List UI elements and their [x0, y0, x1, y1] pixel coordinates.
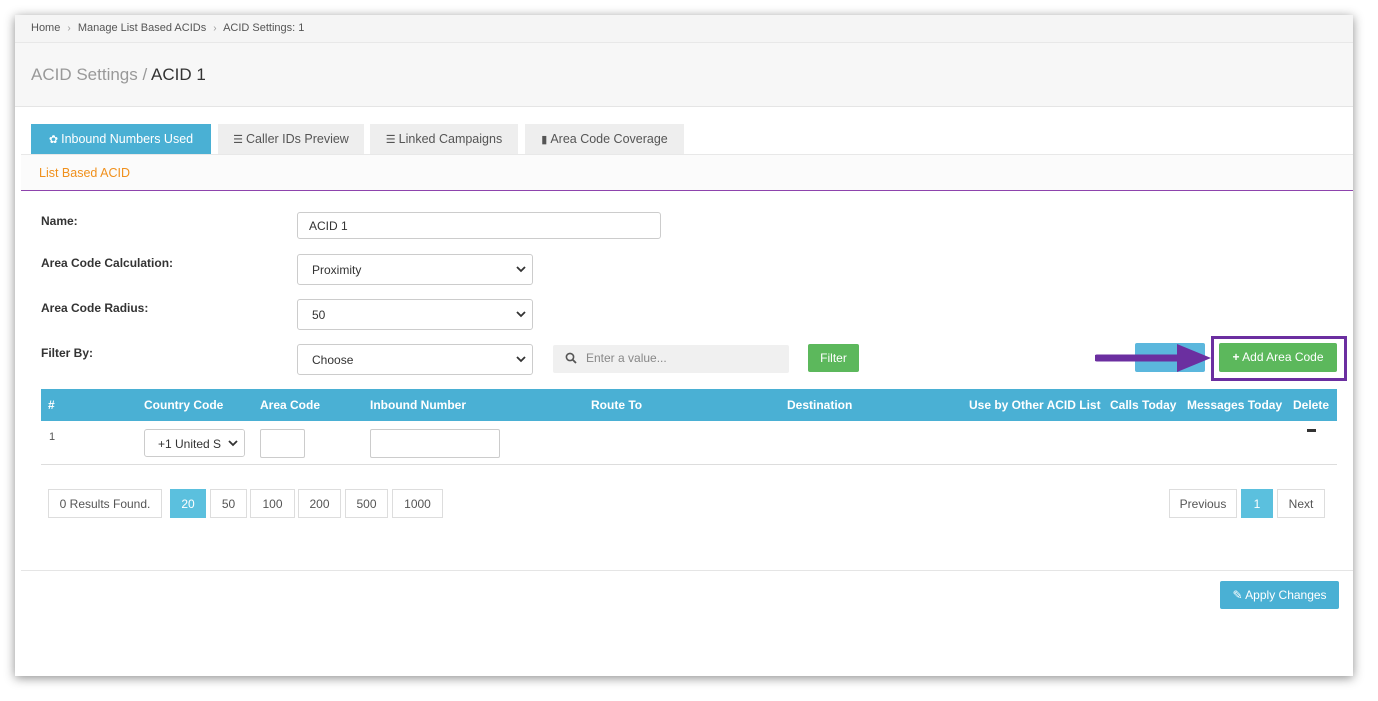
plus-icon: + — [1232, 350, 1240, 364]
previous-page-button[interactable]: Previous — [1169, 489, 1237, 518]
tab-area-code-coverage[interactable]: ▮ Area Code Coverage — [525, 124, 684, 154]
select-value: Choose — [312, 353, 354, 367]
select-value: Proximity — [312, 263, 362, 277]
page-size-20[interactable]: 20 — [170, 489, 206, 518]
page-title-separator: / — [142, 65, 148, 84]
col-destination: Destination — [787, 398, 853, 412]
tab-label: Area Code Coverage — [550, 132, 668, 146]
page-size-500[interactable]: 500 — [345, 489, 388, 518]
filter-by-label: Filter By: — [41, 346, 94, 360]
page-size-200[interactable]: 200 — [298, 489, 341, 518]
edit-icon: ✎ — [1232, 588, 1243, 602]
col-area-code: Area Code — [260, 398, 321, 412]
file-icon: ▮ — [541, 134, 548, 146]
page-title-current: ACID 1 — [151, 65, 206, 84]
chevron-down-icon — [516, 266, 526, 273]
page-size-label: 100 — [262, 497, 283, 511]
breadcrumb: Home › Manage List Based ACIDs › ACID Se… — [15, 15, 1353, 43]
tab-inbound-numbers-used[interactable]: ✿ Inbound Numbers Used — [31, 124, 211, 154]
filter-button[interactable]: Filter — [808, 344, 859, 372]
results-count-label: 0 Results Found. — [59, 497, 151, 511]
col-inbound-number: Inbound Number — [370, 398, 466, 412]
arrow-annotation-icon — [1095, 344, 1211, 372]
next-page-button[interactable]: Next — [1277, 489, 1325, 518]
search-placeholder: Enter a value... — [586, 351, 667, 365]
search-icon — [565, 352, 577, 364]
next-label: Next — [1288, 497, 1314, 511]
footer-divider — [21, 570, 1353, 571]
gear-icon: ✿ — [48, 134, 59, 146]
col-use-by-other-acid-list: Use by Other ACID List — [969, 398, 1101, 412]
page-title-parent: ACID Settings — [31, 65, 138, 84]
area-code-radius-select[interactable]: 50 — [297, 299, 533, 330]
col-country-code: Country Code — [144, 398, 224, 412]
page-size-label: 1000 — [404, 497, 431, 511]
breadcrumb-acid-settings: ACID Settings: 1 — [223, 22, 305, 34]
tab-label: Inbound Numbers Used — [61, 132, 194, 146]
name-label: Name: — [41, 214, 78, 228]
section-header: List Based ACID — [21, 154, 1353, 191]
col-number: # — [48, 398, 55, 412]
page-title: ACID Settings / ACID 1 — [15, 43, 1353, 107]
chevron-down-icon — [228, 440, 238, 447]
app-window: Home › Manage List Based ACIDs › ACID Se… — [15, 15, 1353, 676]
page-size-50[interactable]: 50 — [210, 489, 247, 518]
inbound-number-input[interactable] — [370, 429, 500, 458]
add-area-code-label: Add Area Code — [1242, 350, 1324, 364]
apply-changes-button[interactable]: ✎ Apply Changes — [1220, 581, 1339, 609]
page-size-label: 50 — [221, 497, 236, 511]
select-value: 50 — [312, 308, 326, 322]
table-row: 1 +1 United S — [41, 421, 1337, 465]
col-messages-today: Messages Today — [1187, 398, 1283, 412]
previous-label: Previous — [1179, 497, 1227, 511]
list-icon: ☰ — [385, 134, 396, 146]
breadcrumb-home[interactable]: Home — [31, 22, 60, 34]
search-input[interactable]: Enter a value... — [553, 345, 789, 373]
page-size-label: 20 — [181, 497, 195, 511]
select-value: +1 United S — [158, 437, 222, 451]
page-size-1000[interactable]: 1000 — [392, 489, 443, 518]
page-1-button[interactable]: 1 — [1241, 489, 1273, 518]
country-code-select[interactable]: +1 United S — [144, 429, 245, 457]
col-calls-today: Calls Today — [1110, 398, 1177, 412]
tab-label: Caller IDs Preview — [246, 132, 349, 146]
delete-row-icon[interactable] — [1307, 429, 1316, 432]
area-code-calculation-label: Area Code Calculation: — [41, 256, 174, 270]
table-header: # Country Code Area Code Inbound Number … — [41, 389, 1337, 421]
col-delete: Delete — [1293, 398, 1330, 412]
name-input[interactable]: ACID 1 — [297, 212, 661, 239]
section-title: List Based ACID — [39, 166, 131, 180]
chevron-down-icon — [516, 311, 526, 318]
results-count: 0 Results Found. — [48, 489, 162, 518]
tab-linked-campaigns[interactable]: ☰ Linked Campaigns — [370, 124, 518, 154]
breadcrumb-manage-acids[interactable]: Manage List Based ACIDs — [78, 22, 206, 34]
filter-button-label: Filter — [820, 351, 847, 365]
page-number-label: 1 — [1253, 497, 1261, 511]
add-area-code-button[interactable]: + Add Area Code — [1219, 343, 1337, 372]
apply-changes-label: Apply Changes — [1245, 588, 1327, 602]
page-size-label: 200 — [309, 497, 330, 511]
breadcrumb-separator-icon: › — [213, 23, 217, 34]
page-size-100[interactable]: 100 — [250, 489, 295, 518]
tab-label: Linked Campaigns — [398, 132, 503, 146]
chevron-down-icon — [516, 356, 526, 363]
list-icon: ☰ — [233, 134, 244, 146]
row-number: 1 — [49, 431, 56, 443]
tab-caller-ids-preview[interactable]: ☰ Caller IDs Preview — [218, 124, 364, 154]
breadcrumb-separator-icon: › — [67, 23, 71, 34]
area-code-radius-label: Area Code Radius: — [41, 301, 149, 315]
page-size-label: 500 — [356, 497, 377, 511]
area-code-input[interactable] — [260, 429, 305, 458]
filter-by-select[interactable]: Choose — [297, 344, 533, 375]
col-route-to: Route To — [591, 398, 643, 412]
area-code-calculation-select[interactable]: Proximity — [297, 254, 533, 285]
